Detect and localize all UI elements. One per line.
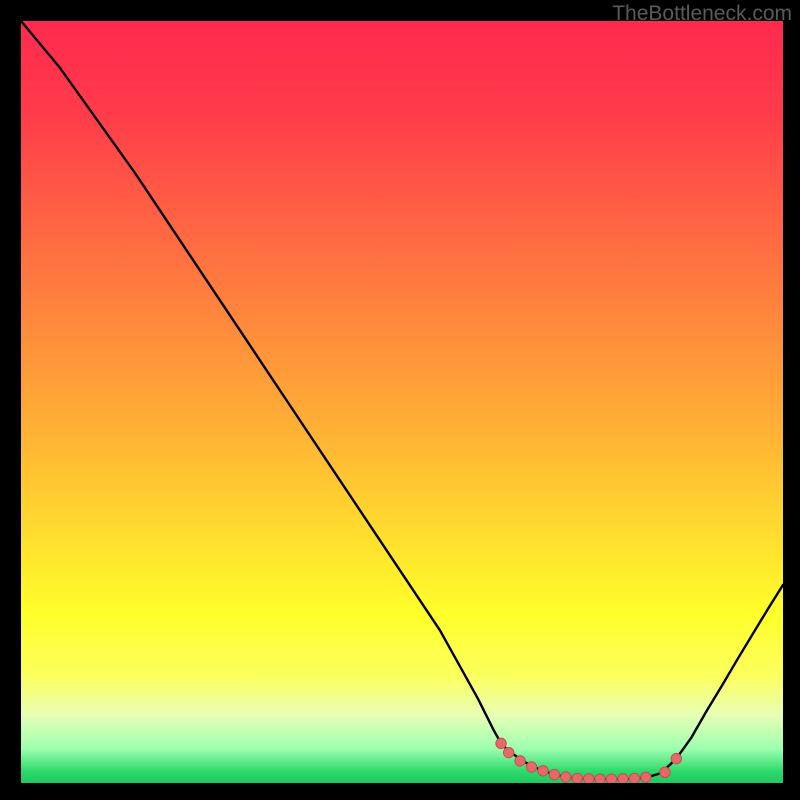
plot-area <box>21 21 783 783</box>
marker-dot <box>538 766 548 776</box>
marker-dot <box>526 762 536 772</box>
marker-dot <box>583 774 593 783</box>
marker-dot <box>641 772 651 782</box>
marker-dot <box>660 767 670 777</box>
marker-dot <box>618 774 628 783</box>
gradient-background <box>21 21 783 783</box>
marker-dot <box>595 774 605 783</box>
marker-dot <box>496 738 506 748</box>
marker-dot <box>561 772 571 782</box>
marker-dot <box>549 769 559 779</box>
marker-dot <box>503 747 513 757</box>
marker-dot <box>606 774 616 783</box>
marker-dot <box>572 773 582 783</box>
watermark-text: TheBottleneck.com <box>612 2 792 26</box>
marker-dot <box>671 753 681 763</box>
marker-dot <box>629 773 639 783</box>
chart-svg <box>21 21 783 783</box>
chart-container: TheBottleneck.com <box>0 0 800 800</box>
marker-dot <box>515 756 525 766</box>
